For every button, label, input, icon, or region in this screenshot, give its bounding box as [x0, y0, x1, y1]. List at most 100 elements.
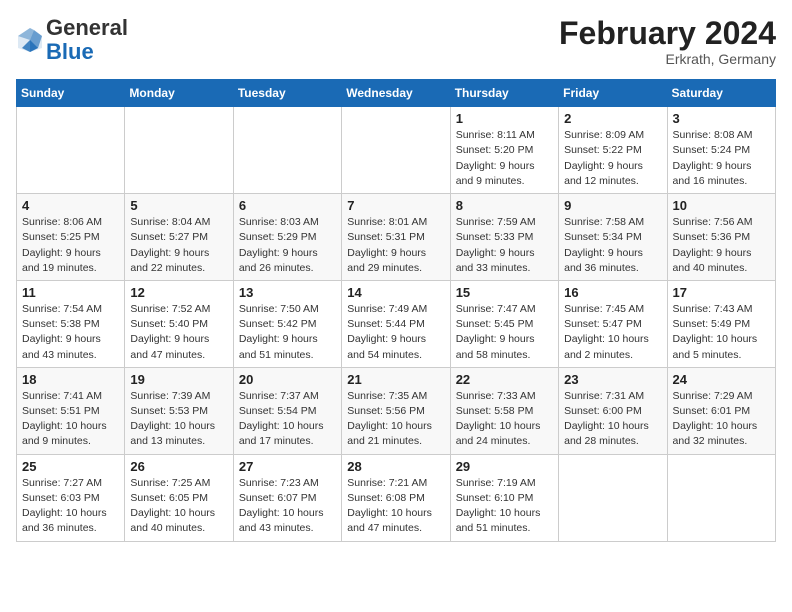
day-number: 10: [673, 198, 770, 213]
day-info: Sunrise: 7:29 AM Sunset: 6:01 PM Dayligh…: [673, 389, 770, 450]
day-info: Sunrise: 7:59 AM Sunset: 5:33 PM Dayligh…: [456, 215, 553, 276]
day-info: Sunrise: 8:09 AM Sunset: 5:22 PM Dayligh…: [564, 128, 661, 189]
logo-general-text: General: [46, 15, 128, 40]
weekday-header-saturday: Saturday: [667, 80, 775, 107]
calendar-cell: 9 Sunrise: 7:58 AM Sunset: 5:34 PM Daylig…: [559, 194, 667, 281]
logo-icon: [16, 26, 44, 54]
day-number: 2: [564, 111, 661, 126]
calendar-cell: 22Sunrise: 7:33 AM Sunset: 5:58 PM Dayli…: [450, 367, 558, 454]
day-number: 21: [347, 372, 444, 387]
calendar-cell: 28 Sunrise: 7:21 AM Sunset: 6:08 PM Dayli…: [342, 454, 450, 541]
calendar-cell: 18 Sunrise: 7:41 AM Sunset: 5:51 PM Dayli…: [17, 367, 125, 454]
weekday-header-monday: Monday: [125, 80, 233, 107]
day-number: 13: [239, 285, 336, 300]
weekday-header-tuesday: Tuesday: [233, 80, 341, 107]
day-number: 28: [347, 459, 444, 474]
day-number: 8: [456, 198, 553, 213]
logo: General Blue: [16, 16, 128, 64]
day-number: 14: [347, 285, 444, 300]
weekday-header-thursday: Thursday: [450, 80, 558, 107]
day-info: Sunrise: 8:01 AM Sunset: 5:31 PM Dayligh…: [347, 215, 444, 276]
calendar-cell: 25 Sunrise: 7:27 AM Sunset: 6:03 PM Dayli…: [17, 454, 125, 541]
day-info: Sunrise: 7:54 AM Sunset: 5:38 PM Dayligh…: [22, 302, 119, 363]
day-info: Sunrise: 7:39 AM Sunset: 5:53 PM Dayligh…: [130, 389, 227, 450]
day-info: Sunrise: 7:49 AM Sunset: 5:44 PM Dayligh…: [347, 302, 444, 363]
day-number: 27: [239, 459, 336, 474]
calendar-table: SundayMondayTuesdayWednesdayThursdayFrid…: [16, 79, 776, 541]
day-number: 29: [456, 459, 553, 474]
day-info: Sunrise: 7:31 AM Sunset: 6:00 PM Dayligh…: [564, 389, 661, 450]
day-number: 18: [22, 372, 119, 387]
weekday-header-row: SundayMondayTuesdayWednesdayThursdayFrid…: [17, 80, 776, 107]
calendar-cell: [17, 107, 125, 194]
weekday-header-wednesday: Wednesday: [342, 80, 450, 107]
day-number: 25: [22, 459, 119, 474]
page-header: General Blue February 2024 Erkrath, Germ…: [16, 16, 776, 67]
day-number: 26: [130, 459, 227, 474]
calendar-cell: 27 Sunrise: 7:23 AM Sunset: 6:07 PM Dayli…: [233, 454, 341, 541]
day-info: Sunrise: 7:21 AM Sunset: 6:08 PM Dayligh…: [347, 476, 444, 537]
calendar-cell: 12 Sunrise: 7:52 AM Sunset: 5:40 PM Dayli…: [125, 280, 233, 367]
day-info: Sunrise: 7:41 AM Sunset: 5:51 PM Dayligh…: [22, 389, 119, 450]
calendar-cell: [125, 107, 233, 194]
calendar-cell: 1Sunrise: 8:11 AM Sunset: 5:20 PM Daylig…: [450, 107, 558, 194]
day-number: 22: [456, 372, 553, 387]
day-info: Sunrise: 8:11 AM Sunset: 5:20 PM Dayligh…: [456, 128, 553, 189]
calendar-week-row: 18 Sunrise: 7:41 AM Sunset: 5:51 PM Dayli…: [17, 367, 776, 454]
day-info: Sunrise: 8:03 AM Sunset: 5:29 PM Dayligh…: [239, 215, 336, 276]
calendar-week-row: 1Sunrise: 8:11 AM Sunset: 5:20 PM Daylig…: [17, 107, 776, 194]
day-number: 20: [239, 372, 336, 387]
calendar-cell: 5 Sunrise: 8:04 AM Sunset: 5:27 PM Daylig…: [125, 194, 233, 281]
calendar-cell: 26 Sunrise: 7:25 AM Sunset: 6:05 PM Dayli…: [125, 454, 233, 541]
calendar-cell: 2 Sunrise: 8:09 AM Sunset: 5:22 PM Daylig…: [559, 107, 667, 194]
calendar-cell: 20 Sunrise: 7:37 AM Sunset: 5:54 PM Dayli…: [233, 367, 341, 454]
calendar-cell: 15 Sunrise: 7:47 AM Sunset: 5:45 PM Dayli…: [450, 280, 558, 367]
day-number: 17: [673, 285, 770, 300]
title-area: February 2024 Erkrath, Germany: [559, 16, 776, 67]
day-info: Sunrise: 7:50 AM Sunset: 5:42 PM Dayligh…: [239, 302, 336, 363]
calendar-cell: 7 Sunrise: 8:01 AM Sunset: 5:31 PM Daylig…: [342, 194, 450, 281]
calendar-cell: 23 Sunrise: 7:31 AM Sunset: 6:00 PM Dayli…: [559, 367, 667, 454]
calendar-cell: [342, 107, 450, 194]
location-text: Erkrath, Germany: [559, 51, 776, 67]
calendar-cell: 8 Sunrise: 7:59 AM Sunset: 5:33 PM Daylig…: [450, 194, 558, 281]
day-info: Sunrise: 7:35 AM Sunset: 5:56 PM Dayligh…: [347, 389, 444, 450]
calendar-cell: [233, 107, 341, 194]
calendar-cell: 11Sunrise: 7:54 AM Sunset: 5:38 PM Dayli…: [17, 280, 125, 367]
month-year-title: February 2024: [559, 16, 776, 51]
calendar-cell: 24Sunrise: 7:29 AM Sunset: 6:01 PM Dayli…: [667, 367, 775, 454]
day-info: Sunrise: 7:37 AM Sunset: 5:54 PM Dayligh…: [239, 389, 336, 450]
day-number: 3: [673, 111, 770, 126]
calendar-cell: 13 Sunrise: 7:50 AM Sunset: 5:42 PM Dayli…: [233, 280, 341, 367]
day-number: 23: [564, 372, 661, 387]
calendar-cell: [667, 454, 775, 541]
day-number: 12: [130, 285, 227, 300]
calendar-cell: 17Sunrise: 7:43 AM Sunset: 5:49 PM Dayli…: [667, 280, 775, 367]
calendar-cell: 19Sunrise: 7:39 AM Sunset: 5:53 PM Dayli…: [125, 367, 233, 454]
day-info: Sunrise: 8:08 AM Sunset: 5:24 PM Dayligh…: [673, 128, 770, 189]
day-info: Sunrise: 7:58 AM Sunset: 5:34 PM Dayligh…: [564, 215, 661, 276]
day-info: Sunrise: 7:23 AM Sunset: 6:07 PM Dayligh…: [239, 476, 336, 537]
calendar-body: 1Sunrise: 8:11 AM Sunset: 5:20 PM Daylig…: [17, 107, 776, 541]
calendar-cell: 29Sunrise: 7:19 AM Sunset: 6:10 PM Dayli…: [450, 454, 558, 541]
day-info: Sunrise: 8:04 AM Sunset: 5:27 PM Dayligh…: [130, 215, 227, 276]
day-number: 9: [564, 198, 661, 213]
calendar-cell: 10Sunrise: 7:56 AM Sunset: 5:36 PM Dayli…: [667, 194, 775, 281]
day-number: 5: [130, 198, 227, 213]
day-info: Sunrise: 7:47 AM Sunset: 5:45 PM Dayligh…: [456, 302, 553, 363]
day-info: Sunrise: 7:27 AM Sunset: 6:03 PM Dayligh…: [22, 476, 119, 537]
weekday-header-friday: Friday: [559, 80, 667, 107]
day-info: Sunrise: 8:06 AM Sunset: 5:25 PM Dayligh…: [22, 215, 119, 276]
calendar-cell: 4Sunrise: 8:06 AM Sunset: 5:25 PM Daylig…: [17, 194, 125, 281]
calendar-week-row: 4Sunrise: 8:06 AM Sunset: 5:25 PM Daylig…: [17, 194, 776, 281]
calendar-cell: 16Sunrise: 7:45 AM Sunset: 5:47 PM Dayli…: [559, 280, 667, 367]
day-info: Sunrise: 7:25 AM Sunset: 6:05 PM Dayligh…: [130, 476, 227, 537]
calendar-cell: [559, 454, 667, 541]
calendar-cell: 6Sunrise: 8:03 AM Sunset: 5:29 PM Daylig…: [233, 194, 341, 281]
day-info: Sunrise: 7:52 AM Sunset: 5:40 PM Dayligh…: [130, 302, 227, 363]
calendar-cell: 3 Sunrise: 8:08 AM Sunset: 5:24 PM Daylig…: [667, 107, 775, 194]
calendar-cell: 21 Sunrise: 7:35 AM Sunset: 5:56 PM Dayli…: [342, 367, 450, 454]
day-number: 7: [347, 198, 444, 213]
day-number: 15: [456, 285, 553, 300]
calendar-cell: 14 Sunrise: 7:49 AM Sunset: 5:44 PM Dayli…: [342, 280, 450, 367]
